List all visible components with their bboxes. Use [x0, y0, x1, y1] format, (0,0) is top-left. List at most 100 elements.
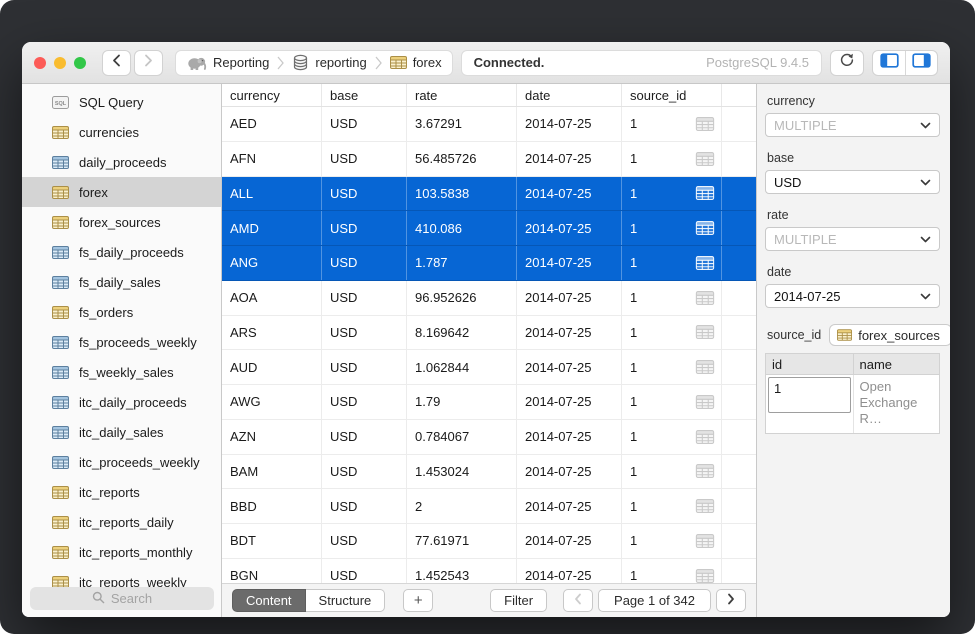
cell-source-id[interactable]: 1: [622, 177, 722, 211]
cell-source-id[interactable]: 1: [622, 559, 722, 583]
cell-source-id[interactable]: 1: [622, 107, 722, 141]
open-foreign-row-icon[interactable]: [695, 186, 715, 200]
sidebar-item-currencies[interactable]: currencies: [22, 117, 221, 147]
open-foreign-row-icon[interactable]: [695, 291, 715, 305]
cell-source-id[interactable]: 1: [622, 524, 722, 558]
cell-date[interactable]: 2014-07-25: [517, 559, 622, 583]
cell-date[interactable]: 2014-07-25: [517, 489, 622, 523]
table-row[interactable]: BBDUSD22014-07-251: [222, 489, 756, 524]
sidebar-item-fs-weekly-sales[interactable]: fs_weekly_sales: [22, 357, 221, 387]
cell-base[interactable]: USD: [322, 420, 407, 454]
open-foreign-row-icon[interactable]: [695, 325, 715, 339]
cell-date[interactable]: 2014-07-25: [517, 316, 622, 350]
table-row[interactable]: AZNUSD0.7840672014-07-251: [222, 420, 756, 455]
cell-base[interactable]: USD: [322, 385, 407, 419]
table-row[interactable]: BAMUSD1.4530242014-07-251: [222, 455, 756, 490]
sidebar-item-daily-proceeds[interactable]: daily_proceeds: [22, 147, 221, 177]
table-row[interactable]: ARSUSD8.1696422014-07-251: [222, 316, 756, 351]
cell-source-id[interactable]: 1: [622, 246, 722, 280]
cell-rate[interactable]: 8.169642: [407, 316, 517, 350]
cell-rate[interactable]: 56.485726: [407, 142, 517, 176]
table-row[interactable]: ALLUSD103.58382014-07-251: [222, 177, 756, 212]
cell-source-id[interactable]: 1: [622, 420, 722, 454]
cell-source-id[interactable]: 1: [622, 142, 722, 176]
table-row[interactable]: AEDUSD3.672912014-07-251: [222, 107, 756, 142]
cell-date[interactable]: 2014-07-25: [517, 177, 622, 211]
cell-currency[interactable]: ALL: [222, 177, 322, 211]
cell-date[interactable]: 2014-07-25: [517, 524, 622, 558]
cell-source-id[interactable]: 1: [622, 281, 722, 315]
cell-date[interactable]: 2014-07-25: [517, 107, 622, 141]
cell-source-id[interactable]: 1: [622, 350, 722, 384]
cell-source-id[interactable]: 1: [622, 385, 722, 419]
cell-currency[interactable]: BAM: [222, 455, 322, 489]
open-foreign-row-icon[interactable]: [695, 152, 715, 166]
cell-base[interactable]: USD: [322, 524, 407, 558]
toggle-left-panel-button[interactable]: [873, 51, 905, 75]
cell-base[interactable]: USD: [322, 246, 407, 280]
cell-base[interactable]: USD: [322, 316, 407, 350]
cell-rate[interactable]: 1.453024: [407, 455, 517, 489]
table-row[interactable]: BGNUSD1.4525432014-07-251: [222, 559, 756, 583]
cell-source-id[interactable]: 1: [622, 316, 722, 350]
previous-page-button[interactable]: [563, 589, 593, 612]
column-header-source-id[interactable]: source_id: [622, 84, 722, 106]
cell-base[interactable]: USD: [322, 211, 407, 245]
toggle-right-panel-button[interactable]: [905, 51, 937, 75]
forward-button[interactable]: [134, 50, 163, 76]
table-row[interactable]: AMDUSD410.0862014-07-251: [222, 211, 756, 246]
cell-date[interactable]: 2014-07-25: [517, 246, 622, 280]
open-foreign-row-icon[interactable]: [695, 395, 715, 409]
cell-date[interactable]: 2014-07-25: [517, 281, 622, 315]
cell-base[interactable]: USD: [322, 489, 407, 523]
fk-id-input[interactable]: 1: [768, 377, 851, 413]
cell-base[interactable]: USD: [322, 350, 407, 384]
open-foreign-row-icon[interactable]: [695, 534, 715, 548]
cell-rate[interactable]: 1.787: [407, 246, 517, 280]
cell-rate[interactable]: 103.5838: [407, 177, 517, 211]
cell-date[interactable]: 2014-07-25: [517, 350, 622, 384]
tab-content[interactable]: Content: [232, 589, 306, 612]
sidebar-item-fs-daily-proceeds[interactable]: fs_daily_proceeds: [22, 237, 221, 267]
cell-source-id[interactable]: 1: [622, 455, 722, 489]
back-button[interactable]: [102, 50, 131, 76]
cell-base[interactable]: USD: [322, 559, 407, 583]
cell-currency[interactable]: BGN: [222, 559, 322, 583]
cell-currency[interactable]: AMD: [222, 211, 322, 245]
column-header-base[interactable]: base: [322, 84, 407, 106]
field-select-base[interactable]: USD: [765, 170, 940, 194]
sidebar-item-itc-daily-proceeds[interactable]: itc_daily_proceeds: [22, 387, 221, 417]
refresh-button[interactable]: [830, 50, 864, 76]
table-row[interactable]: ANGUSD1.7872014-07-251: [222, 246, 756, 281]
cell-base[interactable]: USD: [322, 107, 407, 141]
open-foreign-row-icon[interactable]: [695, 569, 715, 583]
cell-currency[interactable]: AOA: [222, 281, 322, 315]
cell-rate[interactable]: 0.784067: [407, 420, 517, 454]
sidebar-item-fs-proceeds-weekly[interactable]: fs_proceeds_weekly: [22, 327, 221, 357]
sidebar-search-input[interactable]: Search: [30, 587, 214, 610]
sidebar-item-itc-reports-daily[interactable]: itc_reports_daily: [22, 507, 221, 537]
cell-date[interactable]: 2014-07-25: [517, 385, 622, 419]
cell-date[interactable]: 2014-07-25: [517, 211, 622, 245]
sidebar-item-itc-reports-monthly[interactable]: itc_reports_monthly: [22, 537, 221, 567]
next-page-button[interactable]: [716, 589, 746, 612]
breadcrumb-item-forex[interactable]: forex: [390, 55, 442, 70]
open-foreign-row-icon[interactable]: [695, 117, 715, 131]
filter-button[interactable]: Filter: [490, 589, 547, 612]
cell-date[interactable]: 2014-07-25: [517, 455, 622, 489]
column-header-currency[interactable]: currency: [222, 84, 322, 106]
tab-structure[interactable]: Structure: [306, 589, 386, 612]
cell-source-id[interactable]: 1: [622, 211, 722, 245]
cell-base[interactable]: USD: [322, 281, 407, 315]
column-header-date[interactable]: date: [517, 84, 622, 106]
cell-base[interactable]: USD: [322, 455, 407, 489]
field-select-date[interactable]: 2014-07-25: [765, 284, 940, 308]
foreign-table-button[interactable]: forex_sources: [829, 324, 950, 346]
open-foreign-row-icon[interactable]: [695, 360, 715, 374]
cell-currency[interactable]: AUD: [222, 350, 322, 384]
cell-currency[interactable]: ANG: [222, 246, 322, 280]
cell-rate[interactable]: 2: [407, 489, 517, 523]
open-foreign-row-icon[interactable]: [695, 464, 715, 478]
zoom-window-button[interactable]: [74, 57, 86, 69]
sidebar-item-forex[interactable]: forex: [22, 177, 221, 207]
